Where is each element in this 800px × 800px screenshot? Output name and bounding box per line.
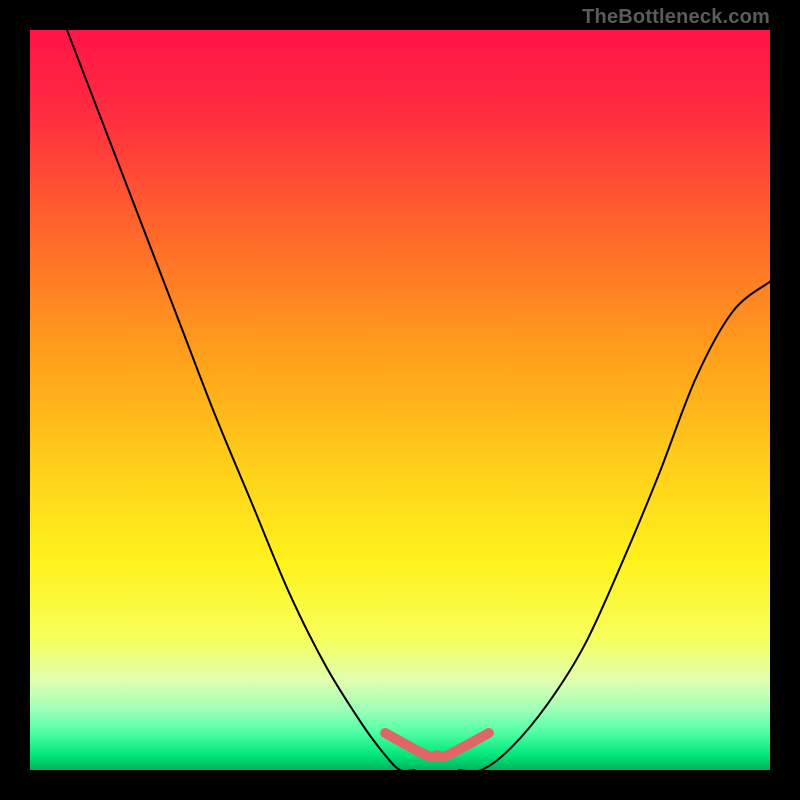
trough-marker (385, 733, 489, 757)
bottleneck-curve (30, 30, 770, 770)
curve-right-branch (459, 282, 770, 770)
curve-left-branch (67, 30, 415, 770)
plot-area (30, 30, 770, 770)
chart-frame: TheBottleneck.com (0, 0, 800, 800)
source-label: TheBottleneck.com (582, 6, 770, 29)
